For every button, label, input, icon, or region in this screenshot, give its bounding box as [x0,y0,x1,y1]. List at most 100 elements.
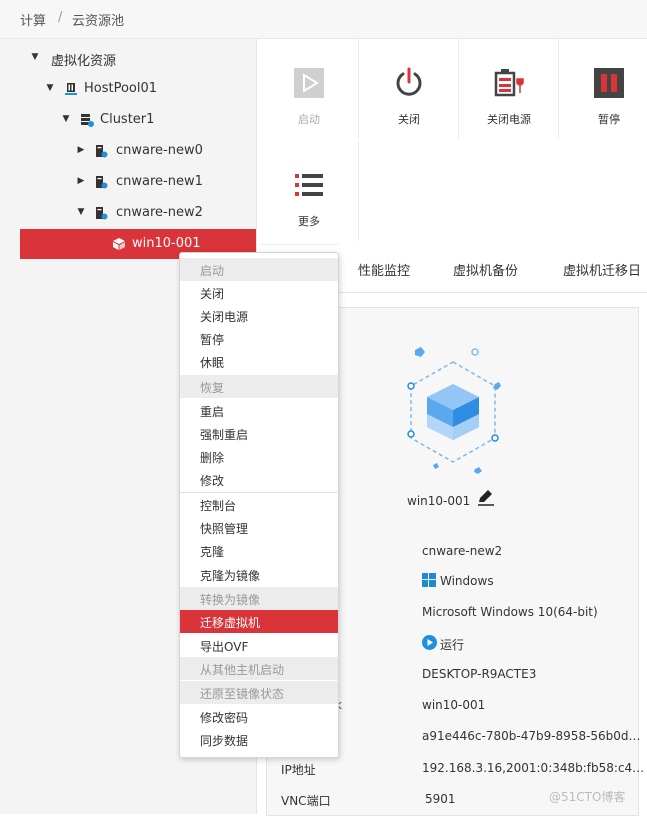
tree-item-hostpool[interactable]: ▼ HostPool01 [20,76,256,104]
vm-hexagon-icon [407,347,501,474]
menu-item-export-ovf[interactable]: 导出OVF [180,634,338,657]
tab-vm-migration-log[interactable]: 虚拟机迁移日 [563,260,641,279]
pause-icon [594,68,624,98]
chevron-down-icon[interactable]: ▼ [30,52,40,62]
tree-label: 虚拟化资源 [51,54,117,69]
tree-item-host-1[interactable]: ▶ cnware-new1 [20,169,256,197]
menu-item-change-password[interactable]: 修改密码 [180,705,338,728]
menu-item-clone[interactable]: 克隆 [180,539,338,562]
host-server-icon [96,207,108,220]
tab-vm-backup[interactable]: 虚拟机备份 [453,260,518,279]
menu-item-pause[interactable]: 暂停 [180,327,338,350]
chevron-right-icon[interactable]: ▶ [76,145,86,155]
menu-item-migrate-vm[interactable]: 迁移虚拟机 [180,610,338,633]
menu-label: 转换为镜像 [200,593,261,607]
windows-logo-icon [422,573,436,587]
os-version-value: Microsoft Windows 10(64-bit) [422,605,598,619]
tree-item-cluster[interactable]: ▼ Cluster1 [20,107,256,135]
chevron-right-icon[interactable]: ▶ [76,176,86,186]
menu-item-hibernate[interactable]: 休眠 [180,350,338,373]
menu-label: 修改密码 [200,711,249,725]
power-off-button[interactable]: 关闭电源 [460,39,559,139]
shutdown-button[interactable]: 关闭 [360,39,459,139]
menu-item-console[interactable]: 控制台 [180,493,338,516]
tree-item-virtual-resources[interactable]: ▼ 虚拟化资源 [20,45,256,73]
menu-item-shutdown[interactable]: 关闭 [180,281,338,304]
pause-button[interactable]: 暂停 [560,39,647,139]
menu-item-convert-to-image: 转换为镜像 [180,587,338,610]
cluster-icon [81,114,94,127]
host-value: cnware-new2 [422,544,503,558]
menu-label: 还原至镜像状态 [200,687,285,701]
vm-name: win10-001 [407,494,471,508]
more-label: 更多 [298,215,320,228]
power-icon [396,67,422,96]
action-toolbar: 启动 关闭 关闭电源 暂停 更多 [260,39,647,245]
menu-item-force-restart[interactable]: 强制重启 [180,422,338,445]
tree-label: HostPool01 [84,81,158,96]
menu-item-clone-to-image[interactable]: 克隆为镜像 [180,563,338,586]
os-type-value: Windows [440,574,494,588]
tab-performance[interactable]: 性能监控 [358,260,410,279]
display-name-value: win10-001 [422,698,486,712]
host-pool-icon [65,83,77,95]
menu-item-sync-data[interactable]: 同步数据 [180,728,338,751]
menu-label: 控制台 [200,499,237,513]
start-button[interactable]: 启动 [260,39,359,139]
status-value: 运行 [440,638,465,652]
menu-item-start-from-other-host: 从其他主机启动 [180,657,338,680]
running-status-icon [422,635,437,650]
power-off-label: 关闭电源 [487,113,531,126]
menu-label: 从其他主机启动 [200,663,285,677]
vm-context-menu: 启动 关闭 关闭电源 暂停 休眠 恢复 重启 强制重启 删除 修改 控制台 快照… [179,252,339,758]
menu-label: 导出OVF [200,640,249,654]
edit-pencil-icon[interactable] [477,488,495,506]
tree-item-host-2[interactable]: ▼ cnware-new2 [20,200,256,228]
menu-item-snapshot[interactable]: 快照管理 [180,516,338,539]
tree-label: Cluster1 [100,112,155,127]
menu-label: 启动 [200,264,225,278]
menu-label: 迁移虚拟机 [200,616,261,630]
menu-label: 恢复 [200,381,225,395]
menu-label: 强制重启 [200,428,249,442]
tree-item-host-0[interactable]: ▶ cnware-new0 [20,138,256,166]
menu-item-start: 启动 [180,258,338,281]
menu-label: 克隆 [200,545,225,559]
menu-item-resume: 恢复 [180,375,338,398]
breadcrumb-cloud-pool[interactable]: 云资源池 [72,10,124,29]
chevron-down-icon[interactable]: ▼ [61,114,71,124]
tree-label: cnware-new2 [116,205,203,220]
watermark: @51CTO博客 [549,790,626,804]
shutdown-label: 关闭 [398,113,420,126]
uuid-value: a91e446c-780b-47b9-8958-56b0d… [422,729,641,743]
ip-value: 192.168.3.16,2001:0:348b:fb58:c4… [422,761,645,775]
vm-cube-icon [113,238,125,250]
breadcrumb-separator: / [58,10,63,25]
menu-label: 修改 [200,474,225,488]
breadcrumb: 计算 / 云资源池 [0,0,647,39]
vnc-port-label: VNC端口 [281,794,331,808]
more-button[interactable]: 更多 [260,141,359,241]
menu-label: 重启 [200,405,225,419]
menu-label: 关闭电源 [200,310,249,324]
menu-item-modify[interactable]: 修改 [180,468,338,491]
menu-label: 关闭 [200,287,225,301]
chevron-down-icon[interactable]: ▼ [45,83,55,93]
menu-label: 暂停 [200,333,225,347]
menu-label: 快照管理 [200,522,249,536]
menu-item-power-off[interactable]: 关闭电源 [180,304,338,327]
menu-label: 删除 [200,451,225,465]
chevron-down-icon[interactable]: ▼ [76,207,86,217]
host-server-icon [96,176,108,189]
breadcrumb-compute[interactable]: 计算 [20,10,46,29]
tree-label: cnware-new1 [116,174,203,189]
ip-label: IP地址 [281,763,316,777]
menu-label: 克隆为镜像 [200,569,261,583]
computer-name-value: DESKTOP-R9ACTE3 [422,667,537,681]
host-server-icon [96,145,108,158]
detail-tabs: 性能监控 虚拟机备份 虚拟机迁移日 [338,244,647,293]
menu-item-delete[interactable]: 删除 [180,445,338,468]
menu-item-restart[interactable]: 重启 [180,399,338,422]
pause-label: 暂停 [598,113,620,126]
tree-label: cnware-new0 [116,143,203,158]
